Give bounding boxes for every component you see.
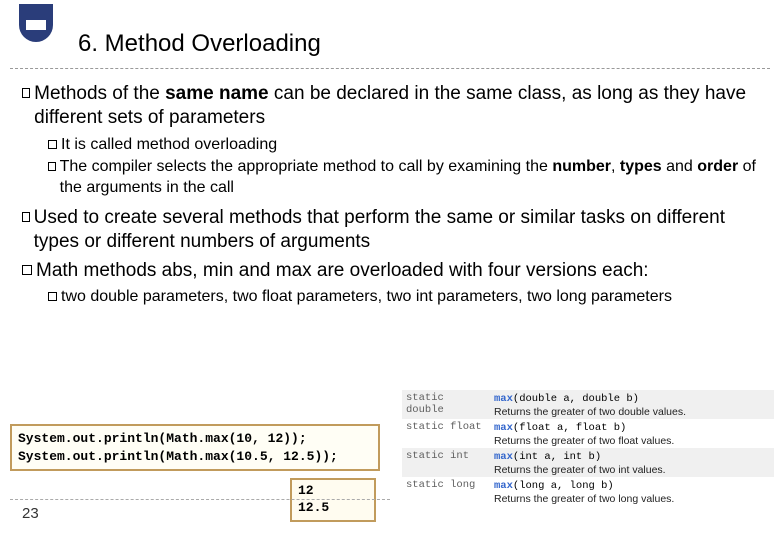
method-desc: Returns the greater of two float values. [494, 434, 770, 447]
method-name: max [494, 480, 513, 492]
bold-text: types [620, 158, 662, 175]
bullet-icon [48, 140, 57, 149]
method-params: (long a, long b) [513, 480, 614, 492]
method-name: max [494, 422, 513, 434]
bullet-icon [22, 88, 30, 98]
modifier-cell: static double [402, 390, 490, 419]
signature-cell: max(int a, int b) Returns the greater of… [490, 448, 774, 477]
method-desc: Returns the greater of two double values… [494, 405, 770, 418]
table-row: static int max(int a, int b) Returns the… [402, 448, 774, 477]
output-line: 12.5 [298, 500, 368, 517]
method-desc: Returns the greater of two int values. [494, 463, 770, 476]
bullet-2: Used to create several methods that perf… [22, 206, 762, 255]
signature-cell: max(long a, long b) Returns the greater … [490, 477, 774, 506]
modifier-cell: static float [402, 419, 490, 448]
sub-bullet: two double parameters, two float paramet… [48, 287, 762, 307]
signature-cell: max(float a, float b) Returns the greate… [490, 419, 774, 448]
output-line: 12 [298, 483, 368, 500]
bullet-3: Math methods abs, min and max are overlo… [22, 259, 762, 283]
bold-text: number [552, 158, 611, 175]
code-line: System.out.println(Math.max(10, 12)); [18, 430, 372, 448]
bullet-1: Methods of the same name can be declared… [22, 82, 762, 131]
code-line: System.out.println(Math.max(10.5, 12.5))… [18, 448, 372, 466]
bold-text: order [697, 158, 738, 175]
text: It is called method overloading [61, 135, 277, 155]
text: The compiler selects the appropriate met… [60, 157, 762, 198]
university-logo [10, 4, 62, 56]
bullet-icon [22, 212, 30, 222]
bullet-icon [48, 162, 56, 171]
bullet-icon [48, 292, 57, 301]
text: Math methods abs, min and max are overlo… [36, 259, 649, 283]
text: and [662, 158, 698, 175]
sub-bullet: The compiler selects the appropriate met… [48, 157, 762, 198]
modifier-cell: static int [402, 448, 490, 477]
bullet-1-subs: It is called method overloading The comp… [48, 135, 762, 198]
table-row: static float max(float a, float b) Retur… [402, 419, 774, 448]
method-name: max [494, 451, 513, 463]
text: Methods of the [34, 83, 165, 104]
method-name: max [494, 393, 513, 405]
sub-bullet: It is called method overloading [48, 135, 762, 155]
text: two double parameters, two float paramet… [61, 287, 672, 307]
table-row: static double max(double a, double b) Re… [402, 390, 774, 419]
title-divider [10, 68, 770, 69]
text: , [611, 158, 620, 175]
footer-divider [10, 499, 390, 500]
page-number: 23 [22, 505, 39, 522]
modifier-cell: static long [402, 477, 490, 506]
slide-title: 6. Method Overloading [78, 30, 321, 58]
method-desc: Returns the greater of two long values. [494, 492, 770, 505]
slide-content: Methods of the same name can be declared… [22, 82, 762, 315]
bullet-3-subs: two double parameters, two float paramet… [48, 287, 762, 307]
text: Used to create several methods that perf… [34, 206, 762, 255]
code-sample: System.out.println(Math.max(10, 12)); Sy… [10, 424, 380, 471]
bold-text: same name [165, 83, 269, 104]
api-table: static double max(double a, double b) Re… [402, 390, 774, 506]
method-params: (double a, double b) [513, 393, 639, 405]
bullet-icon [22, 265, 32, 275]
bullet-1-text: Methods of the same name can be declared… [34, 82, 762, 131]
method-params: (int a, int b) [513, 451, 601, 463]
text: The compiler selects the appropriate met… [60, 158, 553, 175]
table-row: static long max(long a, long b) Returns … [402, 477, 774, 506]
method-params: (float a, float b) [513, 422, 626, 434]
signature-cell: max(double a, double b) Returns the grea… [490, 390, 774, 419]
